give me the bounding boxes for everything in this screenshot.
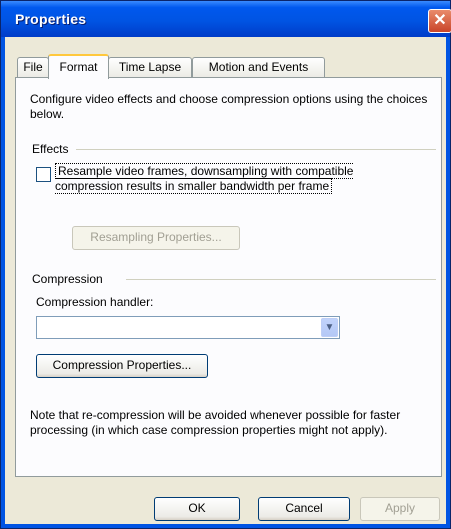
compression-handler-label: Compression handler: (36, 295, 154, 309)
cancel-label: Cancel (285, 501, 323, 515)
close-icon: ✕ (433, 12, 447, 29)
effects-group-divider (76, 149, 436, 150)
effects-group-label-wrap: Effects (32, 142, 75, 156)
title-bar[interactable]: Properties ✕ (1, 1, 451, 37)
resampling-properties-button[interactable]: Resampling Properties... (72, 226, 240, 250)
dialog-body: File Format Time Lapse Motion and Events… (5, 37, 446, 524)
resample-checkbox-label-wrap: Resample video frames, downsampling with… (55, 163, 400, 194)
tab-motion-and-events[interactable]: Motion and Events (192, 57, 325, 77)
apply-label: Apply (384, 501, 416, 515)
properties-window: Properties ✕ File Format Time Lapse Moti… (0, 0, 451, 529)
ok-button[interactable]: OK (154, 497, 240, 521)
effects-group-label: Effects (32, 142, 75, 156)
resample-checkbox[interactable] (36, 167, 51, 182)
format-tab-panel: Configure video effects and choose compr… (15, 77, 442, 477)
intro-text: Configure video effects and choose compr… (30, 92, 428, 121)
tab-time-lapse[interactable]: Time Lapse (108, 57, 192, 77)
compression-properties-button[interactable]: Compression Properties... (36, 354, 208, 378)
ok-label: OK (188, 501, 206, 515)
compression-group-label: Compression (32, 272, 109, 286)
recompression-note: Note that re-compression will be avoided… (30, 408, 401, 437)
cancel-button[interactable]: Cancel (258, 497, 350, 521)
chevron-down-icon[interactable]: ▼ (321, 318, 338, 337)
resample-checkbox-label[interactable]: Resample video frames, downsampling with… (55, 163, 354, 194)
apply-button[interactable]: Apply (360, 497, 440, 521)
window-title: Properties (15, 11, 87, 27)
compression-properties-label: Compression Properties... (52, 358, 192, 372)
resampling-properties-label: Resampling Properties... (90, 230, 222, 244)
compression-group-divider (126, 279, 436, 280)
compression-group-label-wrap: Compression (32, 272, 109, 286)
tab-file[interactable]: File (17, 57, 49, 77)
tab-format[interactable]: Format (48, 54, 109, 79)
compression-handler-select[interactable]: ▼ (36, 316, 340, 339)
close-button[interactable]: ✕ (428, 9, 451, 33)
